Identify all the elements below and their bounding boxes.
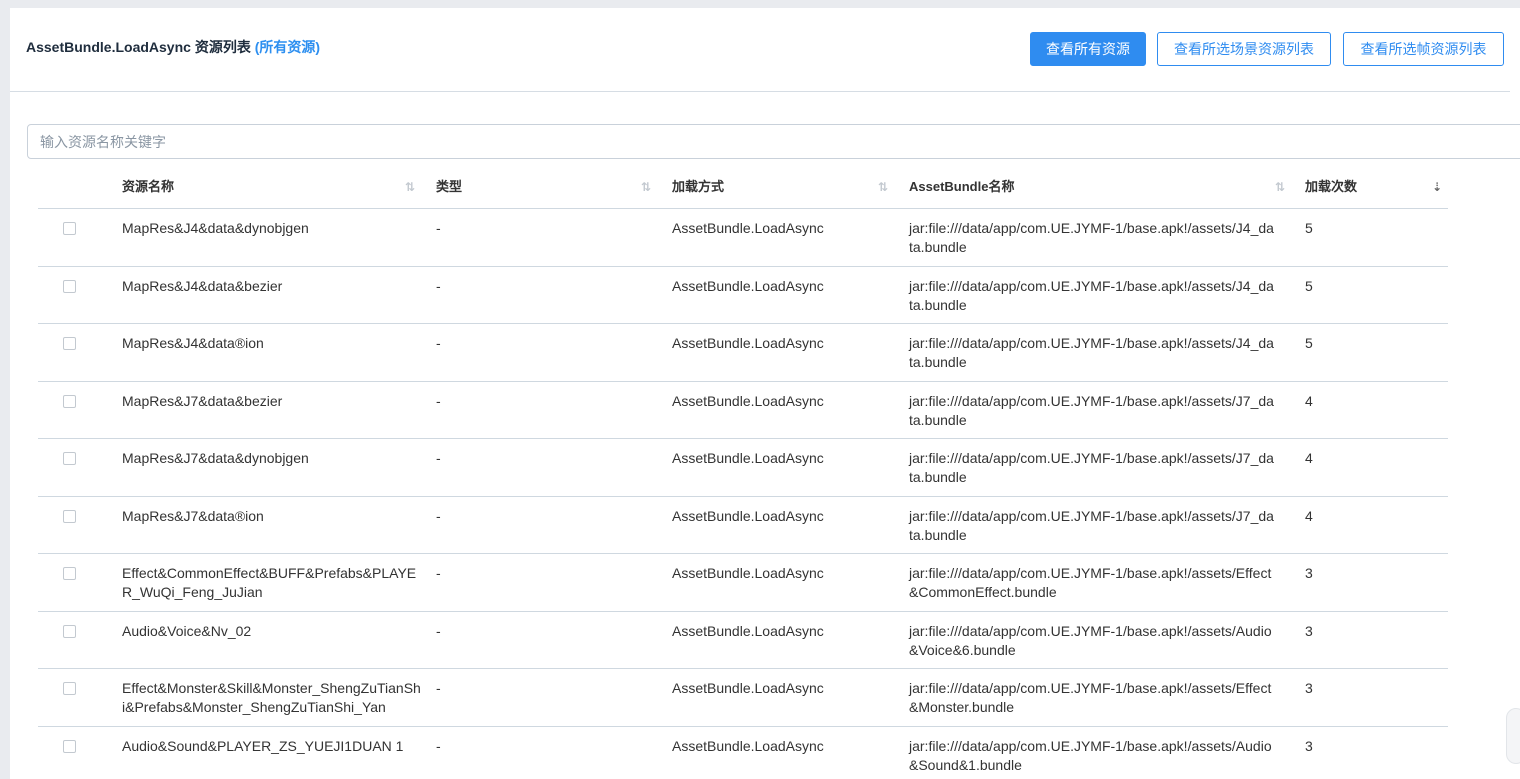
row-checkbox[interactable] xyxy=(63,394,76,408)
table-row[interactable]: MapRes&J7&data®ion - AssetBundle.LoadAsync… xyxy=(38,497,1448,554)
cell-load-method: AssetBundle.LoadAsync xyxy=(672,277,824,294)
cell-resource-name: MapRes&J7&data&dynobjgen xyxy=(122,450,309,466)
cell-resource-name: Audio&Voice&Nv_02 xyxy=(122,622,252,639)
cell-load-method: AssetBundle.LoadAsync xyxy=(672,450,824,466)
search-input[interactable] xyxy=(27,124,1520,159)
sort-name-icon[interactable]: ⇅ xyxy=(405,169,415,205)
page-title: AssetBundle.LoadAsync 资源列表 (所有资源) xyxy=(26,37,320,57)
view-all-resources-button[interactable]: 查看所有资源 xyxy=(1030,32,1146,66)
page-title-text: AssetBundle.LoadAsync 资源列表 xyxy=(26,39,251,55)
sort-count-desc-icon[interactable]: ⇣ xyxy=(1432,169,1442,205)
row-checkbox[interactable] xyxy=(63,509,76,523)
cell-resource-name: Effect&CommonEffect&BUFF&Prefabs&PLAYER_… xyxy=(122,565,417,600)
resource-panel: AssetBundle.LoadAsync 资源列表 (所有资源) 查看所有资源… xyxy=(10,8,1520,779)
table-row[interactable]: MapRes&J7&data&dynobjgen - AssetBundle.Loa… xyxy=(38,439,1448,497)
cell-load-method: AssetBundle.LoadAsync xyxy=(672,507,824,524)
cell-load-method: AssetBundle.LoadAsync xyxy=(672,680,824,696)
table-row[interactable]: MapRes&J4&data®ion - AssetBundle.LoadAsync… xyxy=(38,324,1448,382)
cell-bundle-name: jar:file:///data/app/com.UE.JYMF-1/base.… xyxy=(909,220,1274,255)
cell-bundle-name: jar:file:///data/app/com.UE.JYMF-1/base.… xyxy=(909,450,1274,485)
row-checkbox[interactable] xyxy=(63,452,76,465)
row-checkbox[interactable] xyxy=(63,624,76,638)
cell-bundle-name: jar:file:///data/app/com.UE.JYMF-1/base.… xyxy=(909,565,1272,600)
cell-load-count: 4 xyxy=(1305,392,1313,409)
cell-bundle-name: jar:file:///data/app/com.UE.JYMF-1/base.… xyxy=(909,680,1272,715)
cell-load-method: AssetBundle.LoadAsync xyxy=(672,737,824,754)
all-resources-link[interactable]: (所有资源) xyxy=(255,39,320,55)
cell-type: - xyxy=(436,220,441,236)
row-checkbox[interactable] xyxy=(63,337,76,350)
cell-load-count: 5 xyxy=(1305,220,1313,236)
sort-method-icon[interactable]: ⇅ xyxy=(878,169,888,205)
table-row[interactable]: Effect&Monster&Skill&Monster_ShengZuTian… xyxy=(38,669,1448,727)
cell-bundle-name: jar:file:///data/app/com.UE.JYMF-1/base.… xyxy=(909,507,1274,543)
table-body: MapRes&J4&data&dynobjgen - AssetBundle.Loa… xyxy=(38,209,1448,779)
view-frame-resources-button[interactable]: 查看所选帧资源列表 xyxy=(1343,32,1504,66)
cell-resource-name: MapRes&J7&data®ion xyxy=(122,507,264,524)
cell-bundle-name: jar:file:///data/app/com.UE.JYMF-1/base.… xyxy=(909,622,1272,658)
table-row[interactable]: Audio&Sound&PLAYER_ZS_YUEJI1DUAN 1 - Asset… xyxy=(38,727,1448,779)
cell-resource-name: Effect&Monster&Skill&Monster_ShengZuTian… xyxy=(122,680,421,715)
cell-load-count: 4 xyxy=(1305,450,1313,466)
scroll-handle[interactable] xyxy=(1506,708,1520,764)
column-header-type[interactable]: 类型 xyxy=(436,169,462,209)
cell-bundle-name: jar:file:///data/app/com.UE.JYMF-1/base.… xyxy=(909,392,1274,428)
cell-type: - xyxy=(436,392,441,409)
cell-load-method: AssetBundle.LoadAsync xyxy=(672,220,824,236)
cell-load-method: AssetBundle.LoadAsync xyxy=(672,335,824,351)
cell-load-method: AssetBundle.LoadAsync xyxy=(672,622,824,639)
cell-type: - xyxy=(436,737,441,754)
cell-load-method: AssetBundle.LoadAsync xyxy=(672,565,824,581)
cell-load-count: 5 xyxy=(1305,335,1313,351)
table-row[interactable]: MapRes&J7&data&bezier - AssetBundle.LoadAs… xyxy=(38,382,1448,439)
column-header-bundle[interactable]: AssetBundle名称 xyxy=(909,169,1014,209)
table-row[interactable]: Audio&Voice&Nv_02 - AssetBundle.LoadAsync j… xyxy=(38,612,1448,669)
row-checkbox[interactable] xyxy=(63,682,76,695)
cell-bundle-name: jar:file:///data/app/com.UE.JYMF-1/base.… xyxy=(909,737,1272,773)
sort-bundle-icon[interactable]: ⇅ xyxy=(1275,169,1285,205)
sort-type-icon[interactable]: ⇅ xyxy=(641,169,651,205)
cell-type: - xyxy=(436,507,441,524)
table-header: 资源名称 ⇅ 类型 ⇅ 加载方式 ⇅ AssetBundle名称 ⇅ 加载次数 … xyxy=(38,169,1448,209)
row-checkbox[interactable] xyxy=(63,739,76,753)
cell-bundle-name: jar:file:///data/app/com.UE.JYMF-1/base.… xyxy=(909,335,1274,370)
cell-resource-name: Audio&Sound&PLAYER_ZS_YUEJI1DUAN 1 xyxy=(122,737,404,754)
row-checkbox[interactable] xyxy=(63,567,76,580)
cell-resource-name: MapRes&J4&data®ion xyxy=(122,335,264,351)
cell-load-count: 3 xyxy=(1305,737,1313,754)
cell-type: - xyxy=(436,565,441,581)
row-checkbox[interactable] xyxy=(63,222,76,235)
cell-load-count: 5 xyxy=(1305,277,1313,294)
cell-resource-name: MapRes&J4&data&dynobjgen xyxy=(122,220,309,236)
cell-load-count: 3 xyxy=(1305,565,1313,581)
cell-resource-name: MapRes&J7&data&bezier xyxy=(122,392,283,409)
row-checkbox[interactable] xyxy=(63,279,76,293)
table-row[interactable]: Effect&CommonEffect&BUFF&Prefabs&PLAYER_… xyxy=(38,554,1448,612)
cell-load-method: AssetBundle.LoadAsync xyxy=(672,392,824,409)
table-row[interactable]: MapRes&J4&data&dynobjgen - AssetBundle.Loa… xyxy=(38,209,1448,267)
cell-load-count: 4 xyxy=(1305,507,1313,524)
column-header-name[interactable]: 资源名称 xyxy=(122,169,174,209)
resource-table: 资源名称 ⇅ 类型 ⇅ 加载方式 ⇅ AssetBundle名称 ⇅ 加载次数 … xyxy=(38,169,1448,779)
column-header-method[interactable]: 加载方式 xyxy=(672,169,724,209)
panel-header: AssetBundle.LoadAsync 资源列表 (所有资源) 查看所有资源… xyxy=(10,8,1510,92)
column-header-count[interactable]: 加载次数 xyxy=(1305,169,1357,209)
cell-type: - xyxy=(436,335,441,351)
cell-type: - xyxy=(436,277,441,294)
cell-type: - xyxy=(436,622,441,639)
table-row[interactable]: MapRes&J4&data&bezier - AssetBundle.LoadAs… xyxy=(38,267,1448,324)
cell-type: - xyxy=(436,680,441,696)
cell-type: - xyxy=(436,450,441,466)
cell-resource-name: MapRes&J4&data&bezier xyxy=(122,277,283,294)
cell-load-count: 3 xyxy=(1305,680,1313,696)
cell-load-count: 3 xyxy=(1305,622,1313,639)
view-scene-resources-button[interactable]: 查看所选场景资源列表 xyxy=(1157,32,1331,66)
cell-bundle-name: jar:file:///data/app/com.UE.JYMF-1/base.… xyxy=(909,277,1274,313)
